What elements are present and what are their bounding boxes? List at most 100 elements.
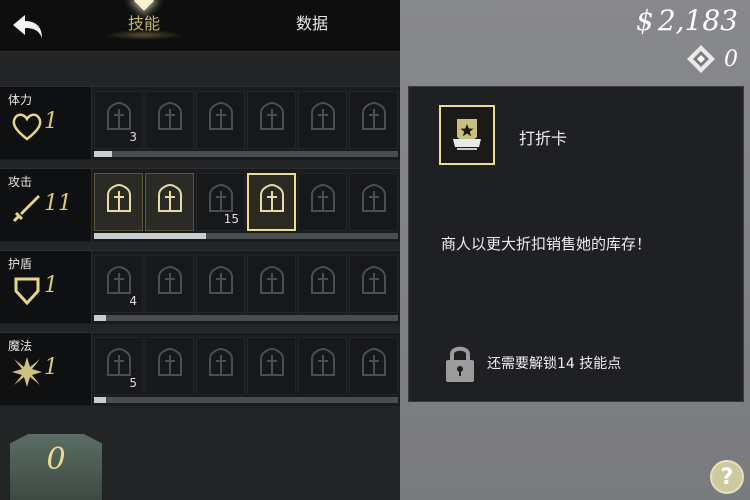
gem-display: 0 (686, 44, 738, 74)
tab-skills[interactable]: 技能 (84, 0, 204, 44)
burst-chevrons-icon (357, 345, 391, 387)
skill-cell[interactable] (349, 91, 398, 149)
shield-bar-icon (255, 263, 289, 305)
star-burst-icon (10, 355, 44, 389)
skill-cells: 4 (94, 255, 398, 313)
skill-category-level: 1 (44, 355, 58, 380)
skill-cell[interactable] (349, 255, 398, 313)
skill-progress-bar (94, 315, 398, 321)
back-button[interactable] (8, 6, 48, 46)
chest-sword-icon (204, 263, 238, 305)
skill-cell[interactable] (145, 91, 194, 149)
tab-data-label: 数据 (295, 14, 328, 33)
skill-cell[interactable] (298, 337, 347, 395)
skill-cell[interactable]: 5 (94, 337, 143, 395)
skill-cell[interactable] (196, 91, 245, 149)
shields-up-icon (357, 181, 391, 223)
percent-anvil-icon (255, 99, 289, 141)
skill-cell[interactable] (145, 337, 194, 395)
discount-card-icon (255, 181, 289, 223)
skill-cell[interactable] (94, 173, 143, 231)
skill-cell[interactable] (196, 255, 245, 313)
potion-icon (306, 263, 340, 305)
skill-cell[interactable] (145, 255, 194, 313)
skill-progress-bar (94, 397, 398, 403)
burst-chevrons-icon (153, 345, 187, 387)
skill-cell[interactable] (145, 173, 194, 231)
skill-cell[interactable] (196, 337, 245, 395)
skill-cells: 3 (94, 91, 398, 149)
dollar-icon: $ (636, 4, 654, 37)
skill-cells: 5 (94, 337, 398, 395)
discount-card-icon (439, 105, 495, 165)
skill-cell[interactable] (298, 91, 347, 149)
top-bar: 技能 数据 (0, 0, 400, 52)
detail-side: $ 2,183 0 打折卡 商人以更大折扣销售她的库存！ 还需要解锁14 技能点… (400, 0, 750, 500)
skill-cell[interactable]: 3 (94, 91, 143, 149)
plus-anvil-icon (306, 181, 340, 223)
skill-cell[interactable] (247, 173, 296, 231)
skill-row-header: 魔法 1 (0, 333, 92, 405)
lock-icon (446, 346, 474, 382)
skill-cell[interactable] (298, 255, 347, 313)
skill-cell[interactable] (349, 337, 398, 395)
skill-cell[interactable]: 4 (94, 255, 143, 313)
skill-cell-count: 4 (129, 294, 137, 308)
unlock-requirement-text: 还需要解锁14 技能点 (487, 356, 622, 372)
skill-detail-card: 打折卡 商人以更大折扣销售她的库存！ 还需要解锁14 技能点 (408, 86, 744, 402)
skill-row: 体力 1 3 (0, 86, 400, 160)
skill-row: 攻击 11 15 (0, 168, 400, 242)
tab-skills-label: 技能 (127, 14, 160, 33)
help-icon: ? (720, 464, 734, 490)
currency-value: 2,183 (657, 4, 738, 37)
skill-cell[interactable]: 15 (196, 173, 245, 231)
skill-row-header: 体力 1 (0, 87, 92, 159)
tab-data[interactable]: 数据 (252, 0, 372, 44)
shield-icon (10, 273, 44, 307)
skill-progress-fill (94, 397, 107, 403)
skill-cell[interactable] (349, 173, 398, 231)
plus-gem-icon (204, 99, 238, 141)
skill-cell-count: 15 (223, 212, 239, 226)
skill-category-name: 体力 (8, 93, 33, 107)
skill-row-header: 攻击 11 (0, 169, 92, 241)
unlock-requirement: 还需要解锁14 技能点 (443, 343, 621, 383)
back-arrow-icon (13, 15, 42, 38)
flask-swords-icon (306, 345, 340, 387)
skill-category-name: 护盾 (8, 257, 33, 271)
skill-points-badge: 0 (10, 434, 102, 500)
plus-potion-icon (204, 345, 238, 387)
skill-row: 护盾 1 4 (0, 250, 400, 324)
skill-cell[interactable] (247, 255, 296, 313)
skill-category-level: 11 (44, 191, 72, 216)
burst-chevrons-icon (255, 345, 289, 387)
sword-chevrons-icon (153, 263, 187, 305)
skill-progress-bar (94, 233, 398, 239)
gem-icon (687, 45, 715, 73)
skill-cells: 15 (94, 173, 398, 231)
skill-row-header: 护盾 1 (0, 251, 92, 323)
currency-display: $ 2,183 (636, 4, 738, 37)
shields-up-icon (153, 99, 187, 141)
shield-sword-arrows-icon (153, 181, 187, 223)
skill-category-level: 1 (44, 273, 58, 298)
skill-row: 魔法 1 5 (0, 332, 400, 406)
skill-points-value: 0 (46, 442, 66, 477)
crossed-swords-icon (306, 99, 340, 141)
skill-description: 商人以更大折扣销售她的库存！ (441, 235, 652, 253)
skill-cell[interactable] (247, 91, 296, 149)
gem-value: 0 (724, 46, 738, 72)
heart-icon (10, 109, 44, 143)
sword-icon (10, 191, 44, 225)
skill-category-level: 1 (44, 109, 58, 134)
skill-progress-fill (94, 233, 207, 239)
help-button[interactable]: ? (710, 460, 744, 494)
skill-cell[interactable] (247, 337, 296, 395)
skill-cell[interactable] (298, 173, 347, 231)
skill-progress-bar (94, 151, 398, 157)
skill-cell-count: 5 (129, 376, 137, 390)
skill-title: 打折卡 (519, 129, 568, 148)
plus-gem-icon (357, 99, 391, 141)
skill-tree-panel: 技能 数据 体力 1 3 攻击 11 15 护盾 1 4 魔法 1 5 0 (0, 0, 400, 500)
skill-category-name: 攻击 (8, 175, 33, 189)
